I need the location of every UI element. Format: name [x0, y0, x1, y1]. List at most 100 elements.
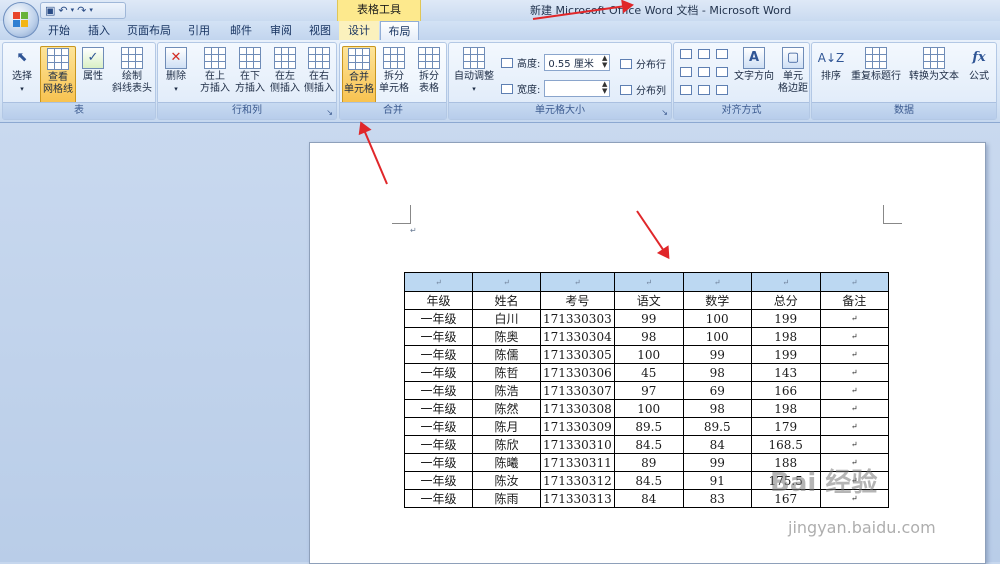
table-header-cell[interactable]: 数学 [682, 291, 752, 310]
table-cell[interactable]: 陈汝 [472, 471, 541, 490]
insert-left-button[interactable]: 在左 侧插入 [268, 46, 302, 104]
align-bottom-left-icon[interactable] [680, 85, 692, 95]
table-cell[interactable]: 45 [613, 363, 684, 382]
table-cell[interactable]: 84 [682, 435, 752, 454]
table-cell[interactable]: ↵ [819, 272, 889, 292]
table-cell[interactable]: 98 [613, 327, 684, 346]
table-cell[interactable]: 陈曦 [472, 453, 541, 472]
view-gridlines-button[interactable]: 查看 网格线 [40, 46, 76, 104]
insert-right-button[interactable]: 在右 侧插入 [302, 46, 336, 104]
table-cell[interactable]: ↵ [472, 272, 541, 292]
table-cell[interactable]: ↵ [404, 272, 473, 292]
align-top-left-icon[interactable] [680, 49, 692, 59]
convert-to-text-button[interactable]: 转换为文本 [906, 46, 962, 104]
table-cell[interactable]: 陈雨 [472, 489, 541, 508]
tab-layout[interactable]: 布局 [380, 21, 419, 40]
office-button[interactable] [3, 2, 39, 38]
align-top-right-icon[interactable] [716, 49, 728, 59]
spin-arrows-icon[interactable]: ▲ ▼ [602, 81, 607, 95]
table-cell[interactable]: 91 [682, 471, 752, 490]
table-cell[interactable]: 陈奥 [472, 327, 541, 346]
insert-below-button[interactable]: 在下 方插入 [233, 46, 267, 104]
select-button[interactable]: ⬉ 选择 ▾ [5, 46, 39, 104]
cell-margins-button[interactable]: ▢ 单元 格边距 [776, 46, 810, 104]
table-cell[interactable]: 89 [613, 453, 684, 472]
table-cell[interactable]: 一年级 [404, 435, 473, 454]
table-cell[interactable]: ↵ [819, 363, 889, 382]
table-header-cell[interactable]: 语文 [613, 291, 684, 310]
table-cell[interactable]: 168.5 [750, 435, 821, 454]
table-cell[interactable]: 171330306 [540, 363, 615, 382]
tab-insert[interactable]: 插入 [80, 21, 118, 40]
text-direction-button[interactable]: A 文字方向 [732, 46, 776, 104]
align-middle-right-icon[interactable] [716, 67, 728, 77]
table-cell[interactable]: 171330307 [540, 381, 615, 400]
table-cell[interactable]: 171330304 [540, 327, 615, 346]
table-cell[interactable]: 陈浩 [472, 381, 541, 400]
table-cell[interactable]: 83 [682, 489, 752, 508]
redo-icon[interactable]: ↷ [77, 5, 86, 16]
table-cell[interactable]: 98 [682, 399, 752, 418]
split-cells-button[interactable]: 拆分 单元格 [377, 46, 411, 104]
table-cell[interactable]: 一年级 [404, 381, 473, 400]
table-cell[interactable]: 171330313 [540, 489, 615, 508]
table-cell[interactable]: 陈儒 [472, 345, 541, 364]
tab-references[interactable]: 引用 [180, 21, 218, 40]
table-cell[interactable]: 69 [682, 381, 752, 400]
tab-home[interactable]: 开始 [40, 21, 78, 40]
dialog-launcher-icon[interactable]: ↘ [661, 108, 668, 117]
table-cell[interactable]: 84.5 [613, 471, 684, 490]
distribute-cols-button[interactable]: 分布列 [620, 82, 666, 97]
align-top-center-icon[interactable] [698, 49, 710, 59]
split-table-button[interactable]: 拆分 表格 [412, 46, 446, 104]
selected-empty-row[interactable]: ↵ ↵ ↵ ↵ ↵ ↵ ↵ [404, 272, 889, 292]
table-header-cell[interactable]: 总分 [750, 291, 821, 310]
table-cell[interactable]: 171330312 [540, 471, 615, 490]
tab-page-layout[interactable]: 页面布局 [122, 21, 176, 40]
table-cell[interactable]: 166 [750, 381, 821, 400]
table-cell[interactable]: 171330305 [540, 345, 615, 364]
dialog-launcher-icon[interactable]: ↘ [326, 108, 333, 117]
table-cell[interactable]: 84 [613, 489, 684, 508]
table-cell[interactable]: 171330309 [540, 417, 615, 436]
table-cell[interactable]: 100 [613, 345, 684, 364]
table-cell[interactable]: 89.5 [682, 417, 752, 436]
sort-button[interactable]: A↓Z 排序 [816, 46, 846, 104]
table-cell[interactable]: ↵ [682, 272, 752, 292]
undo-icon[interactable]: ↶ [58, 5, 67, 16]
align-bottom-center-icon[interactable] [698, 85, 710, 95]
table-cell[interactable]: 171330303 [540, 309, 615, 328]
table-cell[interactable]: 99 [682, 345, 752, 364]
table-cell[interactable]: 一年级 [404, 489, 473, 508]
tab-mailings[interactable]: 邮件 [222, 21, 260, 40]
table-cell[interactable]: 一年级 [404, 363, 473, 382]
table-cell[interactable]: 陈哲 [472, 363, 541, 382]
width-spinner[interactable]: ▲ ▼ [544, 80, 611, 97]
height-spinner[interactable]: 0.55 厘米 ▲ ▼ [544, 54, 611, 71]
table-cell[interactable]: 一年级 [404, 453, 473, 472]
table-cell[interactable]: 199 [750, 309, 821, 328]
table-cell[interactable]: ↵ [819, 309, 889, 328]
table-cell[interactable]: 陈欣 [472, 435, 541, 454]
table-header-cell[interactable]: 备注 [819, 291, 889, 310]
repeat-header-rows-button[interactable]: 重复标题行 [848, 46, 904, 104]
table-cell[interactable]: 171330308 [540, 399, 615, 418]
spin-arrows-icon[interactable]: ▲ ▼ [602, 55, 607, 69]
undo-dropdown-icon[interactable]: ▾ [71, 7, 75, 14]
table-cell[interactable]: 陈月 [472, 417, 541, 436]
align-bottom-right-icon[interactable] [716, 85, 728, 95]
autofit-button[interactable]: 自动调整 ▾ [451, 46, 497, 104]
customize-icon[interactable]: ▾ [89, 7, 93, 14]
properties-button[interactable]: ✓ 属性 [78, 46, 108, 104]
table-cell[interactable]: 一年级 [404, 345, 473, 364]
table-cell[interactable]: ↵ [819, 345, 889, 364]
table-cell[interactable]: 100 [682, 327, 752, 346]
table-cell[interactable]: 100 [682, 309, 752, 328]
table-cell[interactable]: ↵ [819, 417, 889, 436]
table-cell[interactable]: 一年级 [404, 399, 473, 418]
table-cell[interactable]: ↵ [819, 399, 889, 418]
table-cell[interactable]: 白川 [472, 309, 541, 328]
tab-view[interactable]: 视图 [302, 21, 338, 40]
table-cell[interactable]: 198 [750, 327, 821, 346]
table-cell[interactable]: 99 [682, 453, 752, 472]
